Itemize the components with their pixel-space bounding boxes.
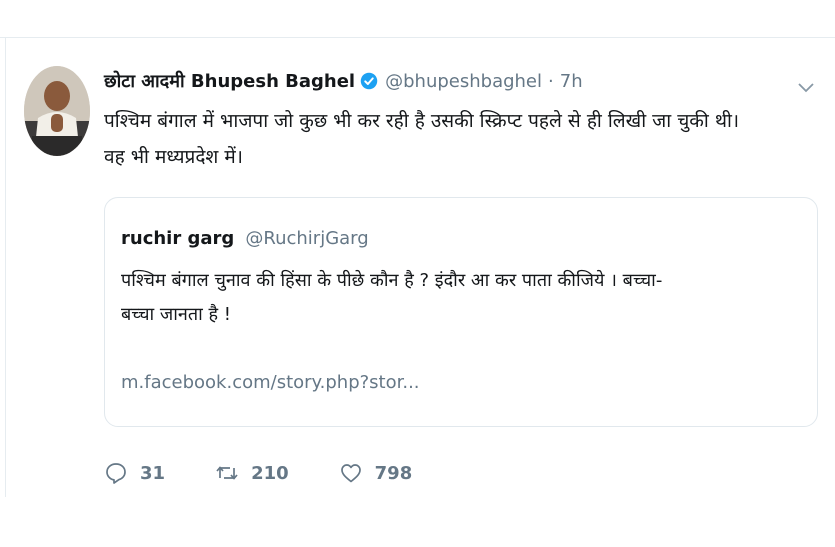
- quoted-name: ruchir garg: [121, 228, 235, 249]
- avatar[interactable]: [24, 66, 90, 156]
- tweet-text: पश्चिम बंगाल में भाजपा जो कुछ भी कर रही …: [104, 103, 824, 175]
- quoted-link[interactable]: m.facebook.com/story.php?stor...: [121, 372, 420, 393]
- reply-button[interactable]: 31: [104, 461, 165, 485]
- reply-count: 31: [140, 462, 166, 484]
- like-count: 798: [374, 462, 413, 484]
- timestamp[interactable]: 7h: [560, 71, 583, 92]
- like-button[interactable]: 798: [339, 461, 413, 485]
- quoted-text-line: पश्चिम बंगाल चुनाव की हिंसा के पीछे कौन …: [121, 270, 663, 291]
- verified-icon: [360, 72, 378, 90]
- display-name[interactable]: छोटा आदमी Bhupesh Baghel: [104, 69, 355, 93]
- tweet-text-line: पश्चिम बंगाल में भाजपा जो कुछ भी कर रही …: [104, 110, 740, 132]
- retweet-icon: [216, 466, 238, 480]
- like-icon: [340, 464, 361, 483]
- quoted-tweet[interactable]: ruchir garg @RuchirjGarg पश्चिम बंगाल चु…: [104, 197, 818, 427]
- tweet-actions: 31 210 798: [104, 458, 462, 488]
- quoted-text-line: बच्चा जानता है !: [121, 304, 232, 325]
- retweet-count: 210: [251, 462, 289, 484]
- quoted-text: पश्चिम बंगाल चुनाव की हिंसा के पीछे कौन …: [121, 264, 801, 332]
- handle[interactable]: @bhupeshbaghel: [385, 71, 542, 92]
- avatar-image: [24, 66, 90, 156]
- chevron-down-icon: [798, 83, 814, 93]
- tweet-text-line: वह भी मध्यप्रदेश में।: [104, 146, 243, 168]
- quoted-handle: @RuchirjGarg: [245, 228, 369, 249]
- retweet-button[interactable]: 210: [215, 461, 289, 485]
- quoted-header: ruchir garg @RuchirjGarg: [121, 228, 369, 249]
- tweet-header: छोटा आदमी Bhupesh Baghel @bhupeshbaghel …: [104, 67, 583, 95]
- tweet[interactable]: छोटा आदमी Bhupesh Baghel @bhupeshbaghel …: [0, 38, 835, 498]
- more-options-button[interactable]: [796, 80, 816, 94]
- reply-icon: [106, 463, 126, 484]
- separator-dot: ·: [548, 70, 554, 92]
